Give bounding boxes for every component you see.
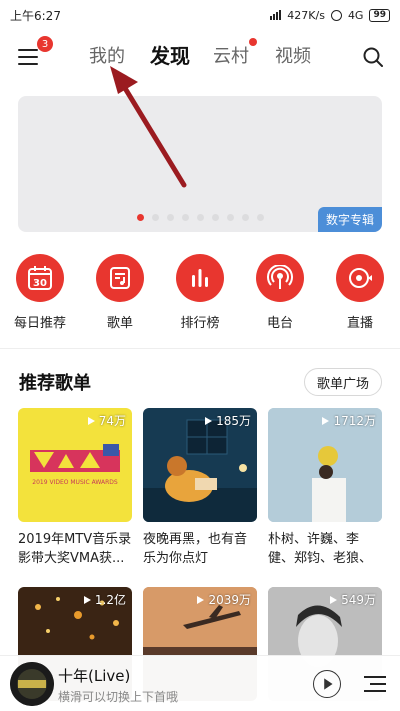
alarm-icon [330,9,342,21]
network-type: 4G [347,8,364,22]
top-nav: 3 我的 发现 云村 视频 [0,34,400,82]
shortcut-label: 每日推荐 [13,316,66,331]
menu-badge: 3 [37,36,53,52]
shortcut-playlist[interactable]: 歌单 [85,254,155,331]
playlist-title: 朴树、许巍、李健、郑钧、老狼、赵雷、... [268,532,373,566]
shortcut-label: 排行榜 [180,316,220,331]
play-count-icon [330,595,338,604]
swipe-hint: 横滑可以切换上下首哦 [58,690,179,704]
section-title: 推荐歌单 [19,373,91,394]
playlist-cover: 185万 [143,408,257,522]
calendar-day: 30 [33,278,47,289]
playlist-queue-icon[interactable] [364,676,386,692]
banner-tag: 数字专辑 [317,207,382,232]
play-count: 1.2亿 [83,591,126,608]
status-indicators: 427K/s 4G 99 [270,8,390,22]
playlist-card[interactable]: 2019 VIDEO MUSIC AWARDS 74万 2019年MTV音乐录影… [18,408,132,568]
carousel-dot [241,214,249,221]
section-divider [0,348,400,349]
playlist-title: 夜晚再黑，也有音乐为你点灯 [143,532,248,566]
carousel-dot [166,214,174,221]
shortcut-label: 电台 [266,316,293,331]
radio-icon [256,254,304,302]
play-pause-button[interactable] [313,670,341,698]
playlist-cover: 2019 VIDEO MUSIC AWARDS 74万 [18,408,132,522]
carousel-dot [211,214,219,221]
play-count-icon [83,595,91,604]
playlist-cover: 1712万 [268,408,382,522]
status-bar: 上午6:27 427K/s 4G 99 [0,0,400,30]
play-count-icon [322,416,330,425]
shortcut-charts[interactable]: 排行榜 [165,254,235,331]
carousel-dot [136,214,144,221]
playlist-square-button[interactable]: 歌单广场 [303,368,382,396]
search-icon[interactable] [362,46,384,68]
song-title: 十年(Live) [58,667,131,685]
play-count: 74万 [87,412,126,429]
live-icon [336,254,384,302]
battery-level: 99 [369,8,390,22]
playlist-card[interactable]: 1712万 朴树、许巍、李健、郑钧、老狼、赵雷、... [268,408,382,568]
play-count: 549万 [330,591,376,608]
network-speed: 427K/s [287,8,325,22]
tab-cloud-village[interactable]: 云村 [213,42,249,68]
play-count: 1712万 [322,412,376,429]
calendar-icon: 30 [16,254,64,302]
mini-player[interactable]: 十年(Live) 横滑可以切换上下首哦 [0,655,400,711]
shortcut-radio[interactable]: 电台 [245,254,315,331]
carousel-dot [196,214,204,221]
wifi-signal-icon [270,10,282,20]
carousel-dot [226,214,234,221]
shortcut-row: 30 每日推荐 歌单 排行榜 电台 直播 [0,254,400,334]
shortcut-label: 直播 [346,316,373,331]
chart-bars-icon [176,254,224,302]
album-art [10,662,54,706]
status-time: 上午6:27 [10,8,61,23]
playlist-title: 2019年MTV音乐录影带大奖VMA获... [18,532,132,566]
carousel-dot [256,214,264,221]
annotation-arrow [110,66,187,188]
play-count-icon [205,416,213,425]
play-count: 185万 [205,412,251,429]
carousel-dot [181,214,189,221]
shortcut-live[interactable]: 直播 [325,254,395,331]
tab-video[interactable]: 视频 [275,42,311,68]
play-count-icon [197,595,205,604]
playlist-card[interactable]: 185万 夜晚再黑，也有音乐为你点灯 [143,408,257,568]
menu-button[interactable] [16,46,40,68]
playlist-icon [96,254,144,302]
notification-dot [249,38,257,46]
carousel-dot [151,214,159,221]
play-count-icon [87,416,95,425]
cover-caption: 2019 VIDEO MUSIC AWARDS [32,479,118,486]
play-count: 2039万 [197,591,251,608]
banner-carousel[interactable]: 数字专辑 [18,96,382,232]
shortcut-label: 歌单 [106,316,133,331]
shortcut-daily-recommend[interactable]: 30 每日推荐 [5,254,75,331]
